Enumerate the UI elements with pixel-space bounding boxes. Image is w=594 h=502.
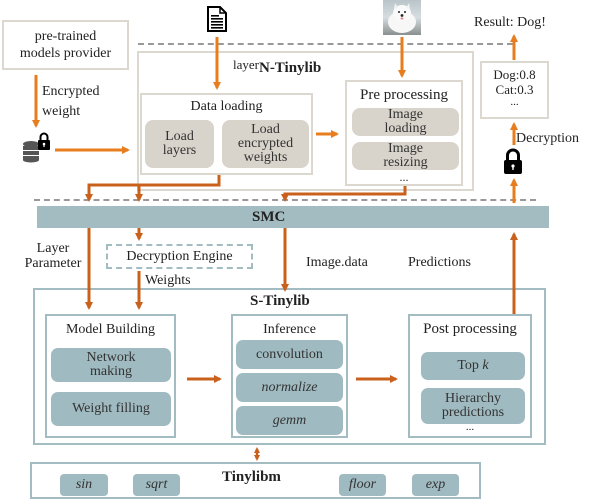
sin-function: sin — [60, 474, 108, 496]
pre-processing-title: Pre processing — [360, 87, 448, 103]
hierarchy-predictions-item: Hierarchy predictions — [421, 388, 525, 424]
image-resizing-item: Image resizing — [352, 142, 459, 170]
gemm-item: gemm — [236, 406, 343, 435]
untrusted-boundary-bottom — [34, 199, 536, 201]
n-tinylib-name: N-Tinylib — [258, 60, 322, 76]
inference-title: Inference — [263, 322, 316, 337]
smc-bar — [37, 206, 549, 228]
model-building-title: Model Building — [65, 322, 156, 337]
provider-line2: models provider — [19, 46, 112, 61]
post-processing-ellipsis: ... — [465, 421, 475, 433]
decryption-engine-box: Decryption Engine — [106, 244, 253, 269]
untrusted-boundary-top — [138, 43, 513, 45]
result-label: Result: Dog! — [474, 15, 546, 30]
dog-photo — [383, 0, 421, 35]
predictions-result-box: Dog:0.8 Cat:0.3 ... — [480, 61, 549, 119]
layer-parameter-label: Layer Parameter — [24, 241, 82, 271]
network-making-item: Network making — [51, 348, 171, 382]
n-tinylib-title: layerN-Tinylib — [233, 57, 321, 76]
encrypted-database-icon — [22, 132, 52, 164]
sqrt-function: sqrt — [133, 474, 180, 496]
image-loading-item: Image loading — [352, 108, 459, 136]
load-encrypted-weights-item: Load encrypted weights — [222, 120, 309, 168]
image-data-label: Image.data — [306, 255, 368, 270]
s-tinylib-title: S-Tinylib — [250, 293, 310, 309]
data-loading-title: Data loading — [190, 99, 263, 114]
provider-line1: pre-trained — [34, 29, 97, 44]
n-tinylib-prefix: layer — [233, 57, 259, 72]
encrypted-weight-label: Encrypted weight — [42, 84, 100, 119]
document-icon — [207, 6, 227, 32]
weight-filling-item: Weight filling — [51, 392, 171, 426]
decryption-label: Decryption — [516, 131, 579, 146]
exp-function: exp — [412, 474, 459, 496]
smc-title: SMC — [252, 209, 286, 225]
models-provider-box: pre-trained models provider — [2, 20, 129, 70]
normalize-item: normalize — [236, 373, 343, 402]
floor-function: floor — [339, 474, 386, 496]
load-layers-item: Load layers — [145, 120, 214, 168]
convolution-item: convolution — [236, 340, 343, 369]
lock-icon — [503, 148, 523, 175]
weights-label: Weights — [145, 273, 191, 288]
top-k-item: Top k — [421, 352, 525, 380]
post-processing-title: Post processing — [423, 321, 517, 337]
tinylibm-title: Tinylibm — [222, 469, 281, 485]
pre-processing-ellipsis: ... — [399, 170, 409, 184]
predictions-label: Predictions — [408, 255, 471, 270]
